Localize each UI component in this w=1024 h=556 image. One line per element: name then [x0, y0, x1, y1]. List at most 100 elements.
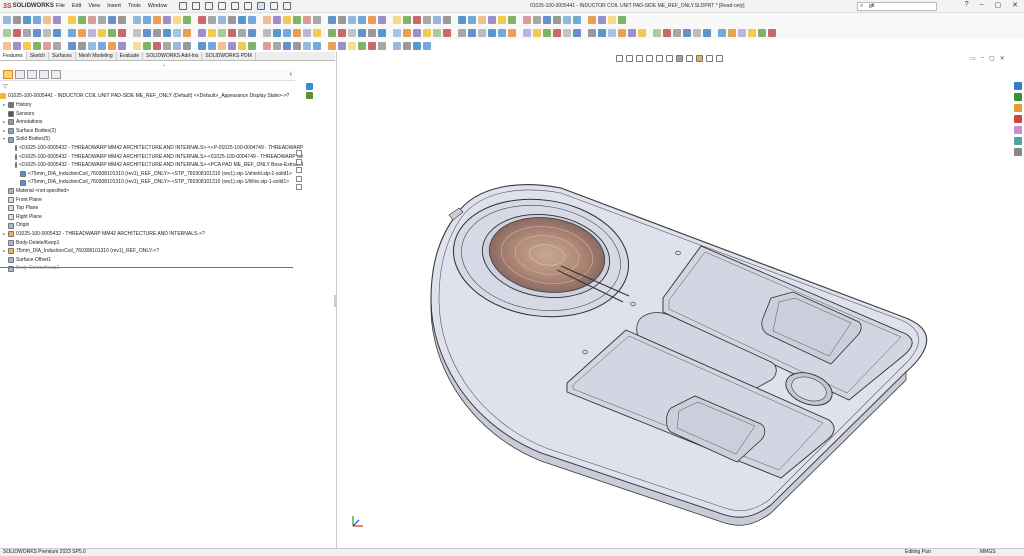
panel-icon-2[interactable] [306, 92, 313, 99]
property-manager-icon[interactable] [15, 70, 25, 79]
command-tool-icon[interactable] [313, 41, 321, 50]
command-tool-icon[interactable] [53, 15, 61, 24]
tree-item[interactable]: <75mm_DIA_InductionCoil_760308101310 (re… [3, 170, 303, 179]
command-tool-icon[interactable] [618, 15, 626, 24]
command-tool-icon[interactable] [248, 15, 256, 24]
help-icon[interactable]: ? [965, 1, 969, 9]
command-tool-icon[interactable] [508, 15, 516, 24]
command-tool-icon[interactable] [508, 28, 516, 37]
command-tool-icon[interactable] [3, 28, 11, 37]
rebuild-icon[interactable] [270, 2, 279, 10]
command-tool-icon[interactable] [348, 28, 356, 37]
save-icon[interactable] [218, 2, 227, 10]
command-tool-icon[interactable] [13, 41, 21, 50]
command-tool-icon[interactable] [413, 15, 421, 24]
command-tool-icon[interactable] [443, 28, 451, 37]
command-tool-icon[interactable] [143, 28, 151, 37]
tab-evaluate[interactable]: Evaluate [117, 52, 144, 60]
command-tool-icon[interactable] [368, 41, 376, 50]
command-tool-icon[interactable] [433, 15, 441, 24]
command-tool-icon[interactable] [563, 15, 571, 24]
tree-item[interactable]: ▸ History [3, 101, 303, 110]
new-document-icon[interactable] [192, 2, 201, 10]
previous-view-icon[interactable] [636, 55, 643, 62]
command-tool-icon[interactable] [393, 28, 401, 37]
tab-addins[interactable]: SOLIDWORKS Add-Ins [143, 52, 203, 60]
collapse-panel-icon[interactable]: ‹ [290, 70, 292, 80]
command-tool-icon[interactable] [628, 28, 636, 37]
command-tool-icon[interactable] [3, 41, 11, 50]
command-tool-icon[interactable] [563, 28, 571, 37]
command-tool-icon[interactable] [338, 41, 346, 50]
command-tool-icon[interactable] [403, 41, 411, 50]
command-tool-icon[interactable] [273, 41, 281, 50]
command-tool-icon[interactable] [133, 41, 141, 50]
command-tool-icon[interactable] [328, 28, 336, 37]
body-visibility-toggle[interactable] [296, 175, 302, 182]
custom-properties-icon[interactable] [1014, 137, 1022, 145]
tree-item[interactable]: <01025-100-0005432 - THREADWARP MM42 ARC… [3, 161, 303, 170]
flyout-expand-icon[interactable]: ⌄ [162, 62, 166, 68]
tab-pdm[interactable]: SOLIDWORKS PDM [202, 52, 256, 60]
dynamic-annotation-icon[interactable] [656, 55, 663, 62]
viewport-restore-icon[interactable]: ▢ [989, 55, 995, 62]
design-library-icon[interactable] [1014, 93, 1022, 101]
command-tool-icon[interactable] [228, 28, 236, 37]
command-tool-icon[interactable] [553, 15, 561, 24]
command-tool-icon[interactable] [88, 15, 96, 24]
viewport-close-icon[interactable]: ✕ [1000, 55, 1005, 62]
command-tool-icon[interactable] [13, 28, 21, 37]
command-tool-icon[interactable] [358, 41, 366, 50]
command-tool-icon[interactable] [153, 28, 161, 37]
command-tool-icon[interactable] [133, 28, 141, 37]
configuration-manager-icon[interactable] [27, 70, 37, 79]
command-tool-icon[interactable] [273, 15, 281, 24]
command-tool-icon[interactable] [358, 28, 366, 37]
menu-edit[interactable]: Edit [72, 3, 81, 9]
command-tool-icon[interactable] [338, 15, 346, 24]
command-tool-icon[interactable] [543, 15, 551, 24]
command-tool-icon[interactable] [183, 15, 191, 24]
command-tool-icon[interactable] [588, 15, 596, 24]
command-tool-icon[interactable] [663, 28, 671, 37]
command-tool-icon[interactable] [53, 41, 61, 50]
command-tool-icon[interactable] [238, 28, 246, 37]
command-tool-icon[interactable] [673, 28, 681, 37]
forum-icon[interactable] [1014, 148, 1022, 156]
command-tool-icon[interactable] [468, 28, 476, 37]
command-tool-icon[interactable] [458, 28, 466, 37]
tree-item[interactable]: <01025-100-0005432 - THREADWARP MM42 ARC… [3, 144, 303, 153]
view-settings-icon[interactable] [716, 55, 723, 62]
command-tool-icon[interactable] [313, 15, 321, 24]
search-input[interactable]: ⌕ gtt [857, 2, 937, 11]
command-tool-icon[interactable] [208, 15, 216, 24]
command-tool-icon[interactable] [543, 28, 551, 37]
edit-appearance-icon[interactable] [696, 55, 703, 62]
command-tool-icon[interactable] [703, 28, 711, 37]
tree-item[interactable]: ▸ Annotations [3, 118, 303, 127]
command-tool-icon[interactable] [423, 41, 431, 50]
menu-window[interactable]: Window [148, 3, 168, 9]
viewport-minimize-icon[interactable]: – [981, 55, 984, 62]
tree-item[interactable]: <75mm_DIA_InductionCoil_760308101310 (re… [3, 178, 303, 187]
command-tool-icon[interactable] [458, 15, 466, 24]
menu-view[interactable]: View [88, 3, 100, 9]
display-style-icon[interactable] [676, 55, 683, 62]
command-tool-icon[interactable] [153, 41, 161, 50]
command-tool-icon[interactable] [183, 28, 191, 37]
command-tool-icon[interactable] [608, 15, 616, 24]
command-tool-icon[interactable] [768, 28, 776, 37]
command-tool-icon[interactable] [488, 15, 496, 24]
command-tool-icon[interactable] [478, 28, 486, 37]
command-tool-icon[interactable] [23, 15, 31, 24]
tab-surfaces[interactable]: Surfaces [49, 52, 76, 60]
command-tool-icon[interactable] [718, 28, 726, 37]
command-tool-icon[interactable] [228, 41, 236, 50]
close-button[interactable]: ✕ [1012, 1, 1018, 9]
command-tool-icon[interactable] [533, 15, 541, 24]
command-tool-icon[interactable] [358, 15, 366, 24]
zoom-to-area-icon[interactable] [626, 55, 633, 62]
options-icon[interactable] [283, 2, 292, 10]
command-tool-icon[interactable] [263, 28, 271, 37]
command-tool-icon[interactable] [218, 28, 226, 37]
